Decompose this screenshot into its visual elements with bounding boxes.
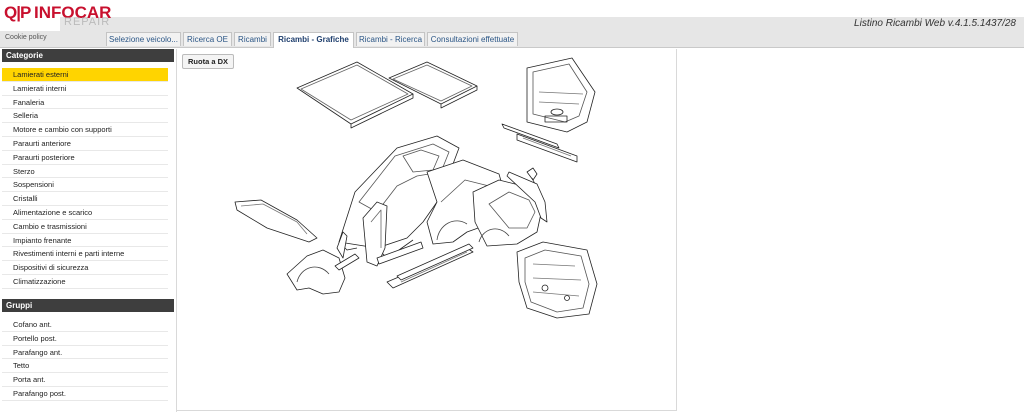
gruppo-item[interactable]: Parafango ant.	[2, 345, 168, 360]
categoria-item[interactable]: Cambio e trasmissioni	[2, 219, 168, 234]
app-header: Listino Ricambi Web v.4.1.5.1437/28 Q|P …	[0, 0, 1024, 31]
graphics-panel: Ruota a DX	[177, 49, 677, 411]
title-bar: Listino Ricambi Web v.4.1.5.1437/28	[60, 17, 1024, 31]
categorie-header: Categorie	[2, 49, 174, 62]
categoria-item[interactable]: Sospensioni	[2, 178, 168, 193]
logo-sub: REPAIR	[64, 16, 111, 28]
categoria-item[interactable]: Paraurti posteriore	[2, 150, 168, 165]
categoria-item[interactable]: Cristalli	[2, 192, 168, 206]
tab-ricambi[interactable]: Ricambi	[234, 32, 271, 46]
gruppo-item[interactable]: Parafango post.	[2, 386, 168, 401]
tab-selezione-veicolo[interactable]: Selezione veicolo...	[106, 32, 181, 46]
cookie-policy-link[interactable]: Cookie policy	[5, 34, 47, 41]
tab-consultazioni-effettuate[interactable]: Consultazioni effettuate	[427, 32, 518, 46]
categoria-item[interactable]: Selleria	[2, 109, 168, 124]
categoria-item[interactable]: Impianto frenante	[2, 233, 168, 248]
categoria-item[interactable]: Sterzo	[2, 164, 168, 179]
categoria-item[interactable]: Climatizzazione	[2, 274, 168, 289]
tab-ricambi-grafiche[interactable]: Ricambi - Grafiche	[273, 32, 354, 48]
categoria-item[interactable]: Dispositivi di sicurezza	[2, 261, 168, 275]
front-door-part[interactable]	[516, 241, 598, 319]
gruppi-list: Cofano ant. Portello post. Parafango ant…	[2, 318, 168, 401]
gruppo-item[interactable]: Cofano ant.	[2, 318, 168, 332]
categoria-item[interactable]: Paraurti anteriore	[2, 136, 168, 151]
front-fender-part[interactable]	[286, 249, 346, 295]
exploded-body-diagram	[234, 57, 598, 319]
gruppo-item[interactable]: Tetto	[2, 359, 168, 374]
gruppo-item[interactable]: Porta ant.	[2, 373, 168, 387]
roof-inner-panel-part[interactable]	[388, 61, 478, 109]
categoria-item[interactable]: Rivestimenti interni e parti interne	[2, 247, 168, 262]
categoria-item[interactable]: Lamierati esterni	[2, 68, 168, 82]
version-label: Listino Ricambi Web v.4.1.5.1437/28	[854, 18, 1016, 29]
hood-part[interactable]	[234, 199, 318, 243]
categoria-item[interactable]: Fanaleria	[2, 95, 168, 110]
tab-bar: Cookie policy Selezione veicolo... Ricer…	[0, 31, 1024, 48]
categoria-item[interactable]: Alimentazione e scarico	[2, 205, 168, 220]
sidebar: Categorie Lamierati esterni Lamierati in…	[0, 49, 174, 412]
roof-panel-part[interactable]	[296, 61, 414, 129]
categoria-item[interactable]: Motore e cambio con supporti	[2, 123, 168, 137]
tab-ricambi-ricerca[interactable]: Ricambi - Ricerca	[356, 32, 425, 46]
logo-qp: Q|P	[4, 3, 31, 22]
gruppi-header: Gruppi	[2, 299, 174, 312]
tailgate-part[interactable]	[526, 57, 596, 133]
categoria-item[interactable]: Lamierati interni	[2, 81, 168, 96]
gruppo-item[interactable]: Portello post.	[2, 331, 168, 346]
categorie-list: Lamierati esterni Lamierati interni Fana…	[2, 68, 168, 289]
infocar-logo: Q|P INFOCAR REPAIR	[4, 3, 134, 29]
tab-ricerca-oe[interactable]: Ricerca OE	[183, 32, 232, 46]
